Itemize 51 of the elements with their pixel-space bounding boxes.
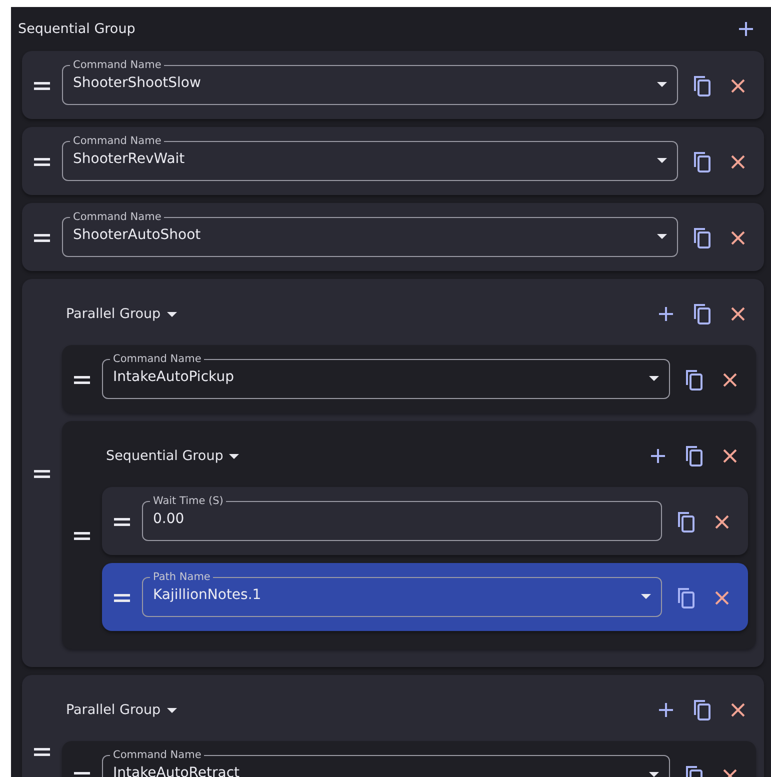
dropdown-field[interactable]: Command Name IntakeAutoRetract <box>102 749 670 777</box>
drag-handle-icon[interactable] <box>74 532 90 540</box>
dropdown-field[interactable]: Path Name KajillionNotes.1 <box>142 571 662 617</box>
close-icon[interactable] <box>715 515 729 529</box>
dropdown-field[interactable]: Command Name ShooterAutoShoot <box>62 211 678 257</box>
copy-icon[interactable] <box>677 587 695 609</box>
close-icon[interactable] <box>731 307 745 321</box>
caret-icon <box>657 234 667 239</box>
copy-icon[interactable] <box>693 75 711 97</box>
caret-icon <box>657 82 667 87</box>
plus-icon[interactable] <box>739 22 753 36</box>
close-icon[interactable] <box>731 703 745 717</box>
drag-handle-icon[interactable] <box>34 82 50 90</box>
copy-icon[interactable] <box>685 369 703 391</box>
drag-handle-icon[interactable] <box>34 748 50 756</box>
close-icon[interactable] <box>723 373 737 387</box>
group-title: Sequential Group <box>18 21 136 37</box>
caret-icon <box>166 312 177 316</box>
copy-icon[interactable] <box>693 151 711 173</box>
copy-icon[interactable] <box>693 699 711 721</box>
drag-handle-icon[interactable] <box>34 234 50 242</box>
close-icon[interactable] <box>731 79 745 93</box>
copy-icon[interactable] <box>693 303 711 325</box>
group-type-dropdown[interactable]: Sequential Group <box>106 448 240 464</box>
plus-icon[interactable] <box>651 449 665 463</box>
plus-icon[interactable] <box>659 307 673 321</box>
close-icon[interactable] <box>723 449 737 463</box>
dropdown-field[interactable]: Command Name ShooterRevWait <box>62 135 678 181</box>
copy-icon[interactable] <box>693 227 711 249</box>
dropdown-field[interactable]: Command Name IntakeAutoPickup <box>102 353 670 399</box>
copy-icon[interactable] <box>685 445 703 467</box>
drag-handle-icon[interactable] <box>114 594 130 602</box>
caret-icon <box>657 158 667 163</box>
caret-icon <box>229 454 240 458</box>
close-icon[interactable] <box>731 155 745 169</box>
plus-icon[interactable] <box>659 703 673 717</box>
group-type-dropdown[interactable]: Parallel Group <box>66 702 177 718</box>
caret-icon <box>166 708 177 712</box>
copy-icon[interactable] <box>677 511 695 533</box>
dropdown-field[interactable]: Command Name ShooterShootSlow <box>62 59 678 105</box>
drag-handle-icon[interactable] <box>74 376 90 384</box>
caret-icon <box>649 376 659 381</box>
group-type-dropdown[interactable]: Parallel Group <box>66 306 177 322</box>
close-icon[interactable] <box>731 231 745 245</box>
close-icon[interactable] <box>715 591 729 605</box>
input-field[interactable]: Wait Time (S) 0.00 <box>142 495 662 541</box>
drag-handle-icon[interactable] <box>34 158 50 166</box>
caret-icon <box>649 772 659 777</box>
caret-icon <box>641 594 651 599</box>
drag-handle-icon[interactable] <box>34 470 50 478</box>
drag-handle-icon[interactable] <box>114 518 130 526</box>
